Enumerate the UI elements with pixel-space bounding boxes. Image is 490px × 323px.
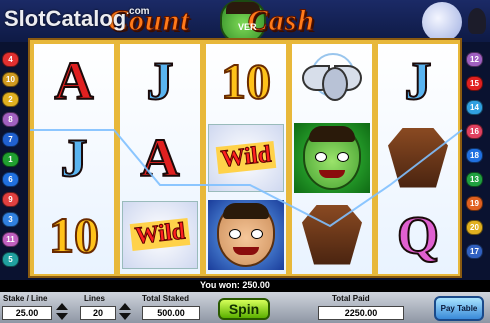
payline-marker-right[interactable]: 17 [466, 244, 483, 259]
total-staked-field: 500.00 [142, 306, 200, 320]
reel-symbol: Wild [206, 121, 286, 194]
payline-marker-right[interactable]: 14 [466, 100, 483, 115]
symbol-letter: A [54, 50, 95, 112]
cat-silhouette [468, 8, 486, 34]
reel-symbol [206, 198, 286, 271]
total-paid-field: 2250.00 [318, 306, 404, 320]
reel-symbol [292, 44, 372, 117]
payline-marker-right[interactable]: 20 [466, 220, 483, 235]
reel-frame: A J 10 J A Wild 10 Wild J Q [28, 38, 462, 278]
spin-button[interactable]: Spin [218, 298, 270, 320]
reel-2: J A Wild [120, 44, 200, 274]
title-ver: VER [238, 22, 257, 32]
moon-graphic [422, 2, 462, 42]
vampire-icon [294, 122, 370, 193]
wild-symbol: Wild [122, 200, 198, 269]
title-cash: Cash [247, 4, 316, 38]
wild-label: Wild [129, 218, 191, 251]
stake-stepper[interactable] [55, 302, 69, 322]
reel-4 [292, 44, 372, 274]
wild-symbol: Wild [208, 123, 284, 192]
stake-field: 25.00 [2, 306, 52, 320]
reel-symbol: J [378, 44, 458, 117]
reel-symbol [292, 198, 372, 271]
reel-1: A J 10 [34, 44, 114, 274]
watermark-logo: SlotCatalog.com [4, 6, 150, 32]
symbol-letter: A [140, 127, 181, 189]
lines-field: 20 [80, 306, 116, 320]
payline-marker-left[interactable]: 9 [2, 192, 19, 207]
stake-up-icon[interactable] [56, 303, 68, 310]
payline-marker-left[interactable]: 7 [2, 132, 19, 147]
symbol-letter: J [146, 50, 175, 112]
payline-marker-right[interactable]: 16 [466, 124, 483, 139]
win-message: You won: 250.00 [200, 280, 270, 290]
payline-marker-left[interactable]: 8 [2, 112, 19, 127]
symbol-ten: 10 [48, 206, 100, 264]
watermark-suffix: .com [126, 6, 150, 17]
wild-label: Wild [215, 141, 277, 174]
symbol-ten: 10 [220, 52, 272, 110]
payline-marker-left[interactable]: 11 [2, 232, 19, 247]
payline-marker-right[interactable]: 18 [466, 148, 483, 163]
payline-marker-left[interactable]: 10 [2, 72, 19, 87]
reel-symbol: J [120, 44, 200, 117]
reel-symbol: 10 [206, 44, 286, 117]
lines-down-icon[interactable] [119, 313, 131, 320]
payline-marker-right[interactable]: 15 [466, 76, 483, 91]
reel-symbol: 10 [34, 198, 114, 271]
coffin-icon [388, 127, 448, 188]
reel-5: JQ [378, 44, 458, 274]
payline-marker-left[interactable]: 4 [2, 52, 19, 67]
payline-marker-left[interactable]: 6 [2, 172, 19, 187]
lines-label: Lines [84, 294, 105, 303]
symbol-letter: Q [396, 204, 440, 266]
paytable-button[interactable]: Pay Table [434, 296, 484, 321]
total-paid-label: Total Paid [332, 294, 370, 303]
wolfman-icon [208, 199, 284, 270]
reel-symbol: A [120, 121, 200, 194]
symbol-letter: J [404, 50, 433, 112]
reel-symbol: Wild [120, 198, 200, 271]
payline-marker-left[interactable]: 5 [2, 252, 19, 267]
payline-marker-right[interactable]: 19 [466, 196, 483, 211]
reel-symbol: A [34, 44, 114, 117]
payline-marker-right[interactable]: 13 [466, 172, 483, 187]
coffin-icon [302, 204, 362, 265]
reel-symbol [292, 121, 372, 194]
reel-3: 10 Wild [206, 44, 286, 274]
lines-stepper[interactable] [118, 302, 132, 322]
bat-icon [302, 52, 362, 109]
lines-up-icon[interactable] [119, 303, 131, 310]
stake-label: Stake / Line [3, 294, 48, 303]
reel-symbol: Q [378, 198, 458, 271]
payline-marker-right[interactable]: 12 [466, 52, 483, 67]
symbol-letter: J [60, 127, 89, 189]
payline-marker-left[interactable]: 2 [2, 92, 19, 107]
reel-symbol: J [34, 121, 114, 194]
stake-down-icon[interactable] [56, 313, 68, 320]
payline-marker-left[interactable]: 3 [2, 212, 19, 227]
watermark-text: SlotCatalog [4, 6, 127, 31]
total-staked-label: Total Staked [142, 294, 189, 303]
payline-marker-left[interactable]: 1 [2, 152, 19, 167]
reel-symbol [378, 121, 458, 194]
